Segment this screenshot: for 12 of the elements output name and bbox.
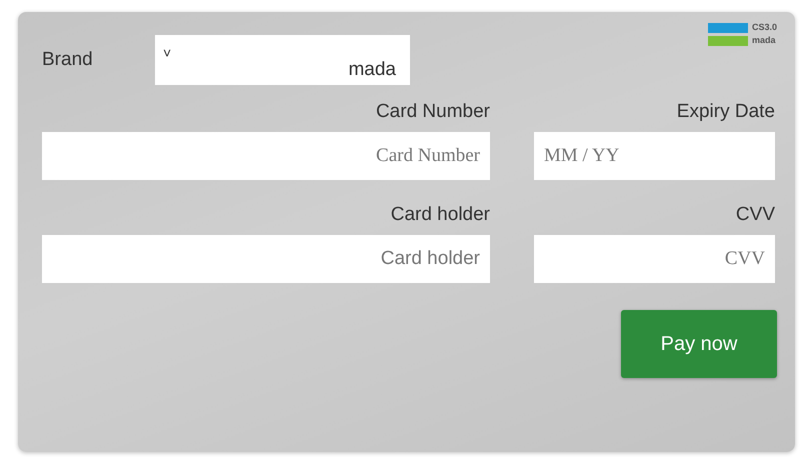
- field-label: Card Number: [376, 101, 490, 123]
- pay-now-button[interactable]: Pay now: [621, 310, 777, 378]
- brand-label: Brand: [42, 49, 94, 71]
- brand-select[interactable]: ˅ mada: [155, 35, 410, 85]
- card-brand-logo: CS3.0 mada: [708, 21, 777, 47]
- input-field[interactable]: CVV: [534, 235, 775, 283]
- field-label: CVV: [736, 204, 775, 226]
- input-field[interactable]: Card Number: [42, 132, 490, 180]
- input-field[interactable]: Card holder: [42, 235, 490, 283]
- input-field[interactable]: MM / YY: [534, 132, 775, 180]
- field-label: Card holder: [390, 204, 490, 226]
- field-label: Expiry Date: [676, 101, 775, 123]
